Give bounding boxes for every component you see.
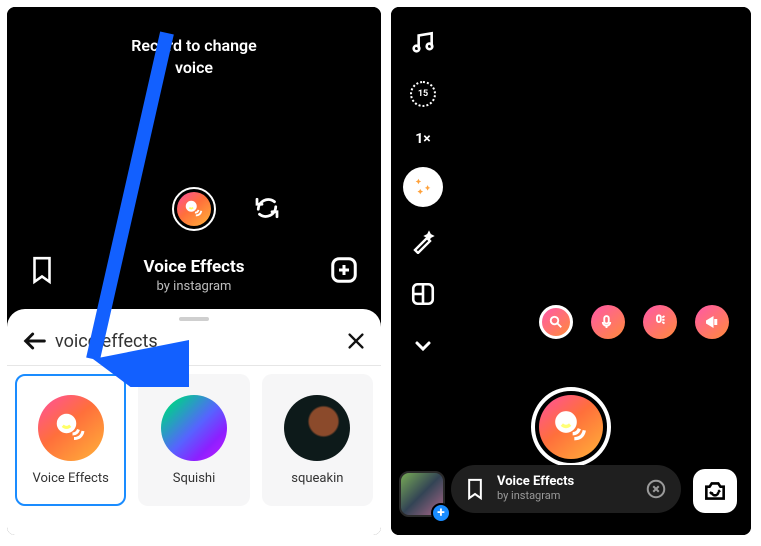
save-icon[interactable] (29, 255, 55, 285)
effect-author: by instagram (7, 279, 381, 294)
record-hint-l1: Record to change (131, 36, 257, 55)
camera-preview: Record to change voice Voice Eff (7, 7, 381, 309)
music-icon[interactable] (406, 25, 440, 59)
effect-card-voice-effects[interactable]: Voice Effects (15, 374, 126, 506)
record-hint-l2: voice (175, 58, 213, 77)
timer-button[interactable]: 15 (406, 77, 440, 111)
effect-chip[interactable] (591, 305, 625, 339)
touchup-icon[interactable] (406, 225, 440, 259)
effect-chip-selected[interactable] (539, 305, 573, 339)
effect-pill-sub: by instagram (497, 490, 633, 503)
switch-camera-button[interactable] (693, 469, 737, 513)
effect-results: Voice Effects Squishi squeakin (7, 366, 381, 514)
effect-chip[interactable] (695, 305, 729, 339)
effects-button-active[interactable] (403, 167, 443, 207)
effect-card-squeakin[interactable]: squeakin (262, 374, 373, 506)
save-icon[interactable] (465, 477, 485, 501)
voice-effects-icon (539, 395, 603, 459)
clear-search-icon[interactable] (345, 330, 367, 352)
shutter-button[interactable] (531, 387, 611, 467)
squishi-icon (161, 395, 227, 461)
effect-pill-text: Voice Effects by instagram (497, 475, 633, 503)
search-input[interactable]: voice effects (55, 331, 339, 352)
effect-carousel[interactable] (539, 305, 729, 339)
timer-icon: 15 (410, 81, 436, 107)
back-icon[interactable] (21, 327, 49, 355)
effect-card-label: Squishi (173, 471, 215, 486)
screen-reels-camera: 15 1× (391, 7, 751, 535)
squeakin-icon (284, 395, 350, 461)
reels-tool-rail: 15 1× (403, 25, 443, 363)
speed-button[interactable]: 1× (406, 129, 440, 149)
retry-icon[interactable] (252, 193, 282, 223)
effect-pill-title: Voice Effects (497, 475, 633, 490)
record-hint: Record to change voice (7, 35, 381, 78)
effect-card-label: Voice Effects (33, 471, 109, 486)
add-to-reel-icon[interactable] (329, 255, 359, 285)
chevron-down-icon[interactable] (406, 329, 440, 363)
close-icon[interactable] (645, 478, 667, 500)
layout-icon[interactable] (406, 277, 440, 311)
effect-card-label: squeakin (291, 471, 343, 486)
screen-effect-search: Record to change voice Voice Eff (7, 7, 381, 535)
effect-pill[interactable]: Voice Effects by instagram (451, 465, 681, 513)
voice-effects-icon (177, 192, 211, 226)
effect-preview-circle[interactable] (172, 187, 216, 231)
timer-seconds: 15 (418, 89, 428, 99)
effect-search-sheet: voice effects Voice Effects S (7, 309, 381, 535)
add-media-icon[interactable]: + (431, 503, 451, 523)
effect-chip[interactable] (643, 305, 677, 339)
search-row: voice effects (7, 321, 381, 366)
camera-viewport: 15 1× (391, 7, 751, 535)
effect-card-squishi[interactable]: Squishi (138, 374, 249, 506)
voice-effects-icon (38, 395, 104, 461)
effect-title: Voice Effects (7, 257, 381, 277)
